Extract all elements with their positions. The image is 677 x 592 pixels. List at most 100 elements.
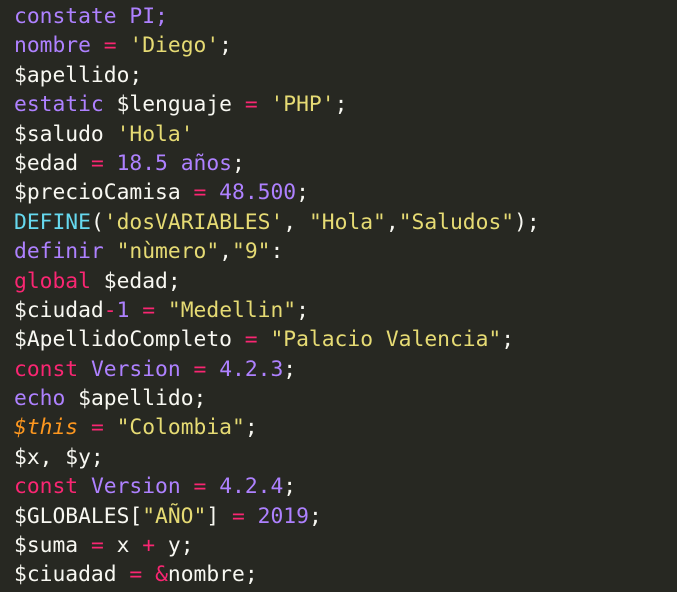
code-line[interactable]: $edad = 18.5 años; [14,149,677,178]
code-token: ; [296,180,309,206]
code-token: const [14,474,79,500]
code-token: $x, $y; [14,444,104,470]
code-token: ; [232,150,245,176]
code-line[interactable]: echo $apellido; [14,384,677,413]
code-token: 1 [116,297,130,323]
code-token: $edad [14,150,91,176]
code-token: $apellido; [65,386,207,412]
code-token: Version [90,356,181,382]
code-editor[interactable]: constate PI; nombre = 'Diego'; $apellido; e… [0,0,677,592]
code-line[interactable]: nombre = 'Diego'; [14,31,677,60]
code-token: DEFINE [14,209,91,235]
code-line[interactable]: const Version = 4.2.3; [14,355,677,384]
code-token: ( [90,209,104,235]
code-token: años [180,150,233,176]
code-token: $precioCamisa [14,180,194,206]
code-token: $apellido; [14,62,143,88]
code-token: "Saludos" [398,209,515,235]
code-token: "9" [232,239,271,265]
code-token: estatic [14,92,104,118]
code-token: "Palacio Valencia" [270,327,502,353]
code-line[interactable]: $this = "Colombia"; [14,413,677,442]
code-token: ; [334,92,348,118]
code-token: = [244,327,258,353]
code-token: ; [244,415,258,441]
code-line[interactable]: constate PI; [14,2,677,31]
code-token: = [90,533,104,559]
code-token: "Medellin" [167,297,297,323]
code-token: 48.500 [219,180,297,206]
code-token: 4.2.3 [219,356,284,382]
code-token: = [90,415,104,441]
code-token: $this [14,415,79,441]
code-token: $saludo [14,121,117,147]
code-token: = [193,356,207,382]
code-token: $ciudad [14,297,104,323]
code-token: $ApellidoCompleto [14,327,245,353]
code-token: - [103,297,117,323]
code-line[interactable]: $apellido; [14,61,677,90]
code-token: "nùmero" [116,239,220,265]
code-token: y; [155,533,194,559]
code-token: nombre; [167,562,258,588]
code-token: ; [308,503,322,529]
code-token: 'Diego' [129,33,220,59]
code-line[interactable]: $ApellidoCompleto = "Palacio Valencia"; [14,325,677,354]
code-token: ); [514,209,540,235]
code-token: global [14,268,91,294]
code-token: 18.5 [116,150,168,176]
code-token: ; [219,33,232,59]
code-token: nombre [14,33,91,59]
code-token: $lenguaje [103,92,245,118]
code-token: = [90,33,130,59]
code-token: = [193,474,207,500]
code-line[interactable]: $GLOBALES["AÑO"] = 2019; [14,502,677,531]
code-line[interactable]: $precioCamisa = 48.500; [14,178,677,207]
code-line[interactable]: estatic $lenguaje = 'PHP'; [14,90,677,119]
code-line[interactable]: $x, $y; [14,443,677,472]
code-token: : [270,239,284,265]
code-line[interactable]: $suma = x + y; [14,531,677,560]
code-token: 2019 [257,503,309,529]
code-token: "Colombia" [116,415,245,441]
code-token: definir [14,239,104,265]
code-line[interactable]: definir "nùmero","9": [14,237,677,266]
code-token: echo [14,386,66,412]
code-token: & [155,562,168,588]
code-token: $edad; [90,268,181,294]
code-token: constate PI; [14,4,168,29]
code-token: ; [283,356,297,382]
code-token: $suma [14,533,91,559]
code-token: = [231,503,245,529]
code-line[interactable]: $saludo 'Hola' [14,120,677,149]
code-line[interactable]: global $edad; [14,267,677,296]
code-token: , [283,209,309,235]
code-line[interactable]: $ciuadad = &nombre; [14,560,677,589]
code-line[interactable]: $ciudad-1 = "Medellin"; [14,296,677,325]
code-token: = [90,150,104,176]
code-token: , [219,239,232,265]
code-token: ] [206,503,232,529]
code-token: = [193,180,207,206]
code-token: x [103,533,143,559]
code-token: "Hola" [308,209,386,235]
code-line[interactable]: DEFINE('dosVARIABLES', "Hola","Saludos")… [14,208,677,237]
code-token: + [142,533,156,559]
code-token: $ciuadad [14,562,130,588]
code-token: $GLOBALES[ [14,503,143,529]
code-line[interactable]: const Version = 4.2.4; [14,472,677,501]
